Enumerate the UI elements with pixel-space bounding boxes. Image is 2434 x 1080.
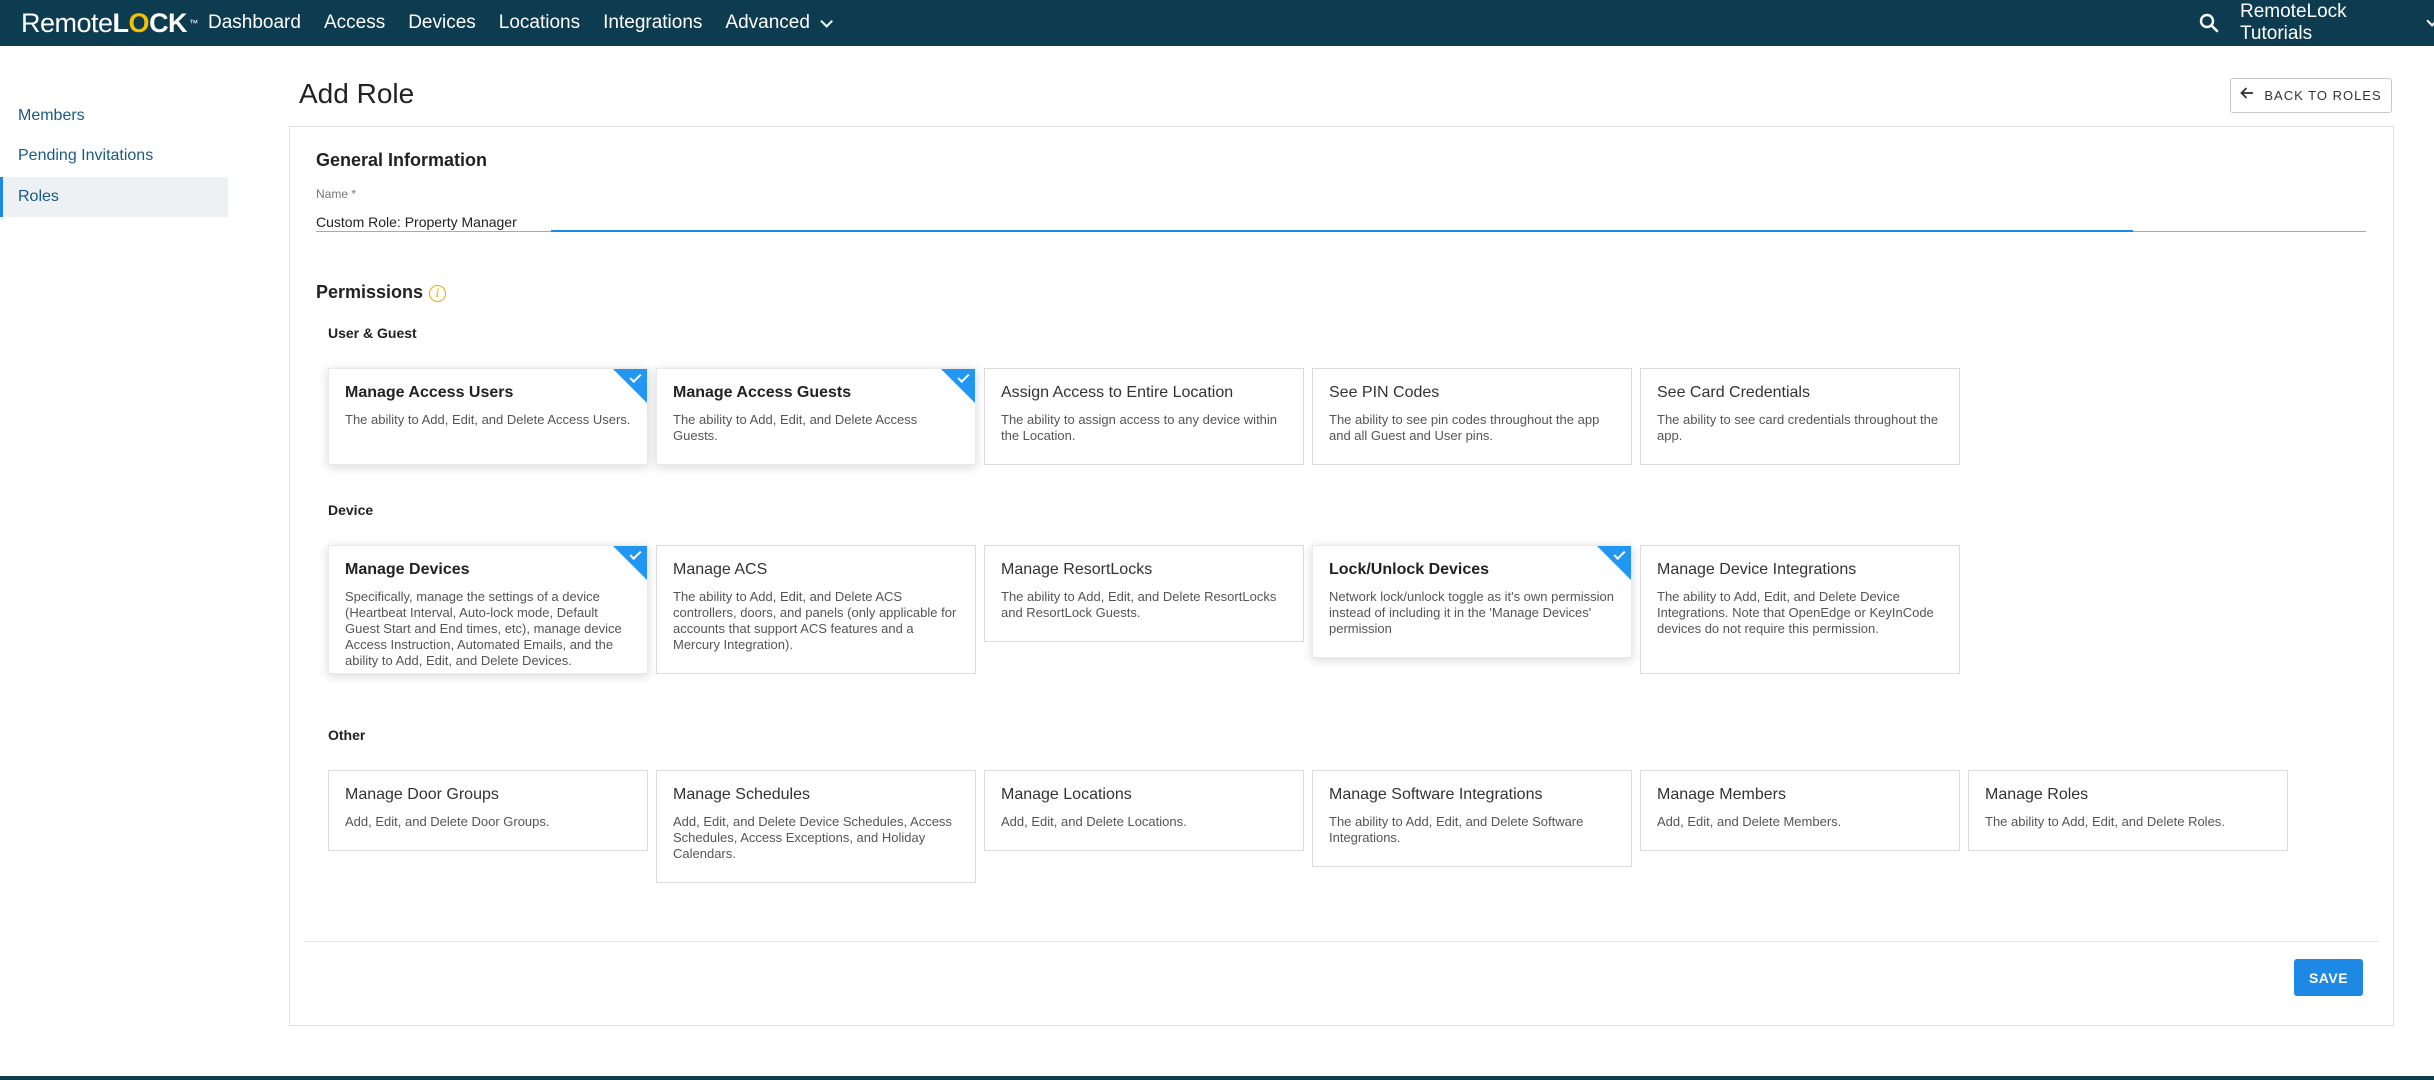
permission-group-label: User & Guest [328,325,417,341]
permission-card-title: Lock/Unlock Devices [1329,561,1490,578]
permissions-heading: Permissions i [316,282,447,303]
permission-card-description: The ability to Add, Edit, and Delete Acc… [345,412,631,427]
permission-card-title: Manage Access Users [345,384,514,401]
chevron-down-icon [2426,15,2434,27]
permission-group-label: Device [328,502,374,518]
permission-card-description: Add, Edit, and Delete Locations. [1001,814,1187,829]
nav-locations[interactable]: Locations [499,12,580,34]
info-icon[interactable]: i [429,284,447,302]
permission-card-see-pin-codes[interactable]: See PIN Codes The ability to see pin code… [1312,368,1632,465]
selected-corner-badge [613,546,647,580]
permission-card-see-card-credentials[interactable]: See Card Credentials The ability to see c… [1640,368,1960,465]
permission-card-title: Manage Roles [1985,786,2089,803]
permission-card-description: The ability to assign access to any devi… [1001,412,1278,443]
permission-card-title: Manage Device Integrations [1657,561,1857,578]
main-nav: Dashboard Access Devices Locations Integ… [208,0,852,46]
general-information-heading: General Information [316,150,488,170]
permission-card-description: Network lock/unlock toggle as it's own p… [1329,589,1614,636]
account-menu[interactable]: RemoteLock Tutorials [2240,0,2434,46]
permission-card-title: Manage ResortLocks [1001,561,1153,578]
permission-card-description: The ability to Add, Edit, and Delete ACS… [673,589,957,652]
permission-card-manage-devices[interactable]: Manage Devices Specifically, manage the s… [328,545,648,674]
nav-integrations[interactable]: Integrations [603,12,702,34]
footer-divider [304,941,2379,942]
selected-corner-badge [1597,546,1631,580]
selected-corner-badge [613,369,647,403]
permission-card-lock-unlock-devices[interactable]: Lock/Unlock Devices Network lock/unlock t… [1312,545,1632,658]
permission-card-title: Manage Door Groups [345,786,499,803]
logo-letter-o: O [128,7,150,38]
permission-card-description: The ability to Add, Edit, and Delete Rol… [1985,814,2225,829]
logo-trademark: ™ [189,18,198,28]
nav-advanced-dropdown[interactable]: Advanced [725,12,833,34]
chevron-down-icon [820,14,833,28]
permission-card-manage-device-integrations[interactable]: Manage Device Integrations The ability to… [1640,545,1960,674]
permission-card-manage-locations[interactable]: Manage Locations Add, Edit, and Delete Lo… [984,770,1304,851]
permission-card-description: The ability to Add, Edit, and Delete Dev… [1657,589,1934,636]
arrow-left-icon [2240,86,2254,105]
permission-card-description: Add, Edit, and Delete Members. [1657,814,1842,829]
permission-card-description: The ability to see card credentials thro… [1657,412,1939,443]
sidebar-item-pending-invitations[interactable]: Pending Invitations [0,136,228,176]
remotelock-logo[interactable]: Remote LOCK ™ [21,8,198,38]
page-title: Add Role [299,78,415,109]
permission-card-title: Manage Members [1657,786,1786,803]
nav-dashboard[interactable]: Dashboard [208,12,301,34]
back-to-roles-button[interactable]: BACK TO ROLES [2230,78,2392,113]
permission-card-description: The ability to Add, Edit, and Delete Sof… [1329,814,1584,845]
permission-card-manage-software-integrations[interactable]: Manage Software Integrations The ability … [1312,770,1632,867]
permission-card-manage-door-groups[interactable]: Manage Door Groups Add, Edit, and Delete … [328,770,648,851]
search-icon[interactable] [2197,11,2221,35]
account-name: RemoteLock Tutorials [2240,1,2347,44]
permission-card-description: The ability to Add, Edit, and Delete Acc… [673,412,918,443]
permission-card-description: The ability to see pin codes throughout … [1329,412,1600,443]
sidebar-item-roles[interactable]: Roles [0,177,228,217]
permission-card-description: Specifically, manage the settings of a d… [345,589,622,668]
selected-corner-badge [941,369,975,403]
permission-card-title: See PIN Codes [1329,384,1440,401]
back-to-roles-label: BACK TO ROLES [2264,88,2382,103]
permission-card-title: Manage Locations [1001,786,1132,803]
role-name-input[interactable] [316,207,2366,237]
nav-access[interactable]: Access [324,12,385,34]
permission-group-label: Other [328,727,366,743]
permission-card-description: Add, Edit, and Delete Device Schedules, … [673,814,952,861]
permission-card-title: Manage Software Integrations [1329,786,1543,803]
permission-card-description: The ability to Add, Edit, and Delete Res… [1001,589,1277,620]
permission-card-manage-resortlocks[interactable]: Manage ResortLocks The ability to Add, Ed… [984,545,1304,642]
permission-card-description: Add, Edit, and Delete Door Groups. [345,814,550,829]
permission-card-manage-access-users[interactable]: Manage Access Users The ability to Add, E… [328,368,648,465]
permission-card-manage-members[interactable]: Manage Members Add, Edit, and Delete Memb… [1640,770,1960,851]
permission-card-manage-acs[interactable]: Manage ACS The ability to Add, Edit, and … [656,545,976,674]
name-field-label: Name * [316,187,357,201]
role-form-panel: General Information Name * Permissionsi … [289,126,2394,1026]
permission-card-title: Manage Access Guests [673,384,852,401]
name-input-focus-underline [551,230,2133,232]
save-button[interactable]: SAVE [2294,959,2363,996]
permission-card-assign-access-to-entire-location[interactable]: Assign Access to Entire Location The abil… [984,368,1304,465]
permission-card-title: Manage ACS [673,561,768,578]
logo-text-remote: Remote [21,7,113,38]
permission-card-manage-access-guests[interactable]: Manage Access Guests The ability to Add, … [656,368,976,465]
sidebar-item-members[interactable]: Members [0,96,228,136]
nav-devices[interactable]: Devices [408,12,476,34]
logo-letter-l: L [112,7,130,38]
logo-text-lock: LOCK [113,8,188,39]
bottom-bar [0,1076,2434,1080]
logo-letters-ck: CK [149,7,188,38]
permission-card-title: Assign Access to Entire Location [1001,384,1234,401]
permission-card-title: Manage Devices [345,561,470,578]
top-navigation: Remote LOCK ™ Dashboard Access Devices Loc… [0,0,2434,46]
permission-card-title: See Card Credentials [1657,384,1810,401]
nav-advanced-label: Advanced [725,12,810,33]
permissions-heading-text: Permissions [316,282,424,302]
permission-card-manage-schedules[interactable]: Manage Schedules Add, Edit, and Delete De… [656,770,976,883]
permission-card-title: Manage Schedules [673,786,810,803]
permission-card-manage-roles[interactable]: Manage Roles The ability to Add, Edit, an… [1968,770,2288,851]
